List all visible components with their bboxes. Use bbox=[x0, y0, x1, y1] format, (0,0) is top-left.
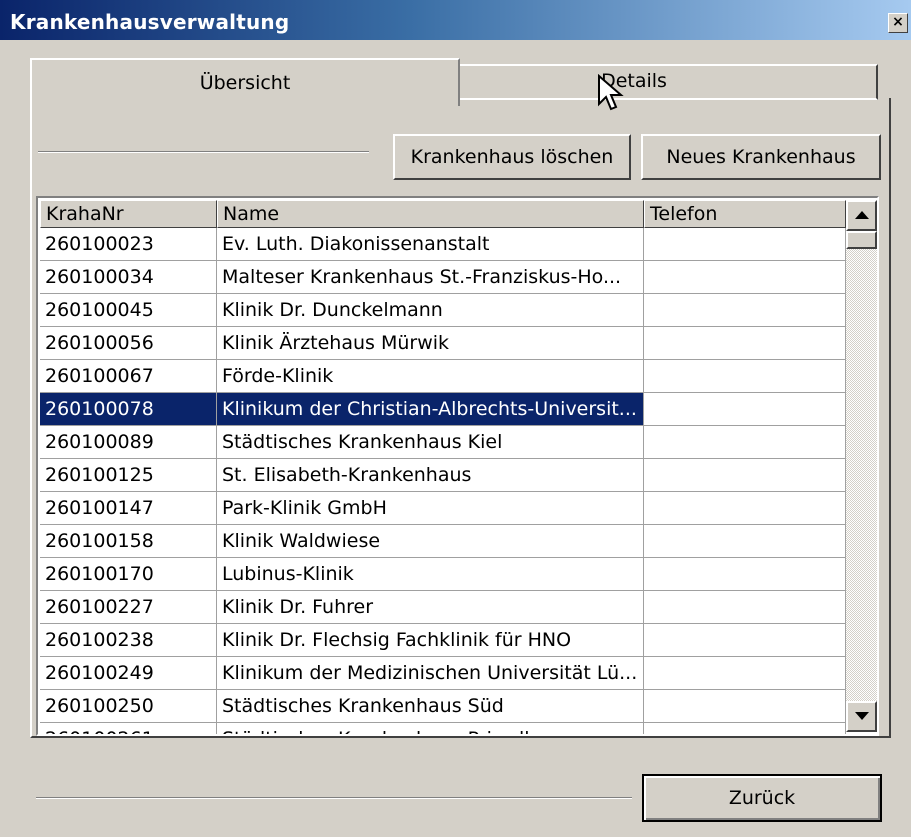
vertical-scrollbar[interactable] bbox=[846, 200, 877, 732]
scroll-up-button[interactable] bbox=[846, 200, 877, 231]
cell-krahanr: 260100261 bbox=[40, 723, 217, 734]
up-arrow-icon bbox=[855, 211, 869, 219]
title-bar: Krankenhausverwaltung × bbox=[0, 0, 911, 40]
cell-name: Klinik Waldwiese bbox=[217, 525, 644, 558]
list-header: KrahaNr Name Telefon bbox=[40, 200, 846, 228]
table-row[interactable]: 260100034 Malteser Krankenhaus St.-Franzi… bbox=[40, 261, 846, 294]
cell-krahanr: 260100147 bbox=[40, 492, 217, 525]
cell-telefon bbox=[644, 459, 846, 492]
cell-name: Klinik Dr. Flechsig Fachklinik für HNO bbox=[217, 624, 644, 657]
back-button[interactable]: Zurück bbox=[642, 774, 882, 822]
cell-telefon bbox=[644, 525, 846, 558]
column-header-telefon[interactable]: Telefon bbox=[644, 200, 846, 228]
cell-telefon bbox=[644, 723, 846, 734]
cell-krahanr: 260100067 bbox=[40, 360, 217, 393]
cell-telefon bbox=[644, 261, 846, 294]
down-arrow-icon bbox=[855, 712, 869, 720]
cell-krahanr: 260100227 bbox=[40, 591, 217, 624]
cell-telefon bbox=[644, 657, 846, 690]
cell-krahanr: 260100078 bbox=[40, 393, 217, 426]
list-rows: 260100023 Ev. Luth. Diakonissenanstalt 260… bbox=[40, 228, 846, 734]
cell-name: Malteser Krankenhaus St.-Franziskus-Ho..… bbox=[217, 261, 644, 294]
table-row[interactable]: 260100261Städtisches Krankenhaus Priwall bbox=[40, 723, 846, 734]
tab-overview[interactable]: Übersicht bbox=[30, 58, 460, 106]
hospital-list[interactable]: KrahaNr Name Telefon 260100023 Ev. Luth. … bbox=[36, 196, 879, 736]
cell-telefon bbox=[644, 426, 846, 459]
table-row[interactable]: 260100158 Klinik Waldwiese bbox=[40, 525, 846, 558]
cell-name: Städtisches Krankenhaus Kiel bbox=[217, 426, 644, 459]
tab-overview-label: Übersicht bbox=[199, 72, 291, 94]
separator-top bbox=[38, 151, 369, 153]
table-row[interactable]: 260100078 Klinikum der Christian-Albrecht… bbox=[40, 393, 846, 426]
cell-krahanr: 260100158 bbox=[40, 525, 217, 558]
table-row[interactable]: 260100089 Städtisches Krankenhaus Kiel bbox=[40, 426, 846, 459]
cell-telefon bbox=[644, 393, 846, 426]
column-header-name[interactable]: Name bbox=[217, 200, 644, 228]
cell-name: Lubinus-Klinik bbox=[217, 558, 644, 591]
cell-telefon bbox=[644, 492, 846, 525]
table-row[interactable]: 260100147 Park-Klinik GmbH bbox=[40, 492, 846, 525]
cell-name: Klinikum der Christian-Albrechts-Univers… bbox=[217, 393, 644, 426]
cell-krahanr: 260100125 bbox=[40, 459, 217, 492]
table-row[interactable]: 260100023 Ev. Luth. Diakonissenanstalt bbox=[40, 228, 846, 261]
table-row[interactable]: 260100045 Klinik Dr. Dunckelmann bbox=[40, 294, 846, 327]
cell-telefon bbox=[644, 294, 846, 327]
table-row[interactable]: 260100238 Klinik Dr. Flechsig Fachklinik … bbox=[40, 624, 846, 657]
delete-hospital-button[interactable]: Krankenhaus löschen bbox=[393, 134, 631, 180]
cell-krahanr: 260100089 bbox=[40, 426, 217, 459]
separator-bottom bbox=[36, 797, 632, 799]
cell-name: Klinikum der Medizinischen Universität L… bbox=[217, 657, 644, 690]
cell-name: Klinik Dr. Fuhrer bbox=[217, 591, 644, 624]
table-row[interactable]: 260100056 Klinik Ärztehaus Mürwik bbox=[40, 327, 846, 360]
close-button[interactable]: × bbox=[888, 13, 908, 33]
table-row[interactable]: 260100227 Klinik Dr. Fuhrer bbox=[40, 591, 846, 624]
cell-telefon bbox=[644, 591, 846, 624]
scroll-down-button[interactable] bbox=[846, 701, 877, 732]
cell-telefon bbox=[644, 327, 846, 360]
cell-name: Park-Klinik GmbH bbox=[217, 492, 644, 525]
table-row[interactable]: 260100249 Klinikum der Medizinischen Univ… bbox=[40, 657, 846, 690]
scroll-thumb[interactable] bbox=[846, 231, 877, 249]
cell-telefon bbox=[644, 360, 846, 393]
cell-krahanr: 260100249 bbox=[40, 657, 217, 690]
cell-krahanr: 260100045 bbox=[40, 294, 217, 327]
tab-details[interactable]: Details bbox=[458, 64, 878, 100]
cell-telefon bbox=[644, 558, 846, 591]
cell-krahanr: 260100034 bbox=[40, 261, 217, 294]
column-header-krahanr[interactable]: KrahaNr bbox=[40, 200, 217, 228]
cell-krahanr: 260100170 bbox=[40, 558, 217, 591]
cell-name: Förde-Klinik bbox=[217, 360, 644, 393]
table-row[interactable]: 260100067 Förde-Klinik bbox=[40, 360, 846, 393]
cell-telefon bbox=[644, 228, 846, 261]
window-title: Krankenhausverwaltung bbox=[10, 10, 290, 34]
table-row[interactable]: 260100170 Lubinus-Klinik bbox=[40, 558, 846, 591]
table-row[interactable]: 260100125 St. Elisabeth-Krankenhaus bbox=[40, 459, 846, 492]
table-row[interactable]: 260100250 Städtisches Krankenhaus Süd bbox=[40, 690, 846, 723]
cell-telefon bbox=[644, 624, 846, 657]
cell-name: Ev. Luth. Diakonissenanstalt bbox=[217, 228, 644, 261]
mouse-pointer-icon bbox=[598, 74, 624, 111]
cell-name: Städtisches Krankenhaus Priwall bbox=[217, 723, 644, 734]
cell-krahanr: 260100250 bbox=[40, 690, 217, 723]
cell-name: St. Elisabeth-Krankenhaus bbox=[217, 459, 644, 492]
new-hospital-button[interactable]: Neues Krankenhaus bbox=[641, 134, 881, 180]
cell-name: Städtisches Krankenhaus Süd bbox=[217, 690, 644, 723]
cell-krahanr: 260100023 bbox=[40, 228, 217, 261]
cell-krahanr: 260100056 bbox=[40, 327, 217, 360]
cell-name: Klinik Ärztehaus Mürwik bbox=[217, 327, 644, 360]
cell-krahanr: 260100238 bbox=[40, 624, 217, 657]
cell-name: Klinik Dr. Dunckelmann bbox=[217, 294, 644, 327]
cell-telefon bbox=[644, 690, 846, 723]
